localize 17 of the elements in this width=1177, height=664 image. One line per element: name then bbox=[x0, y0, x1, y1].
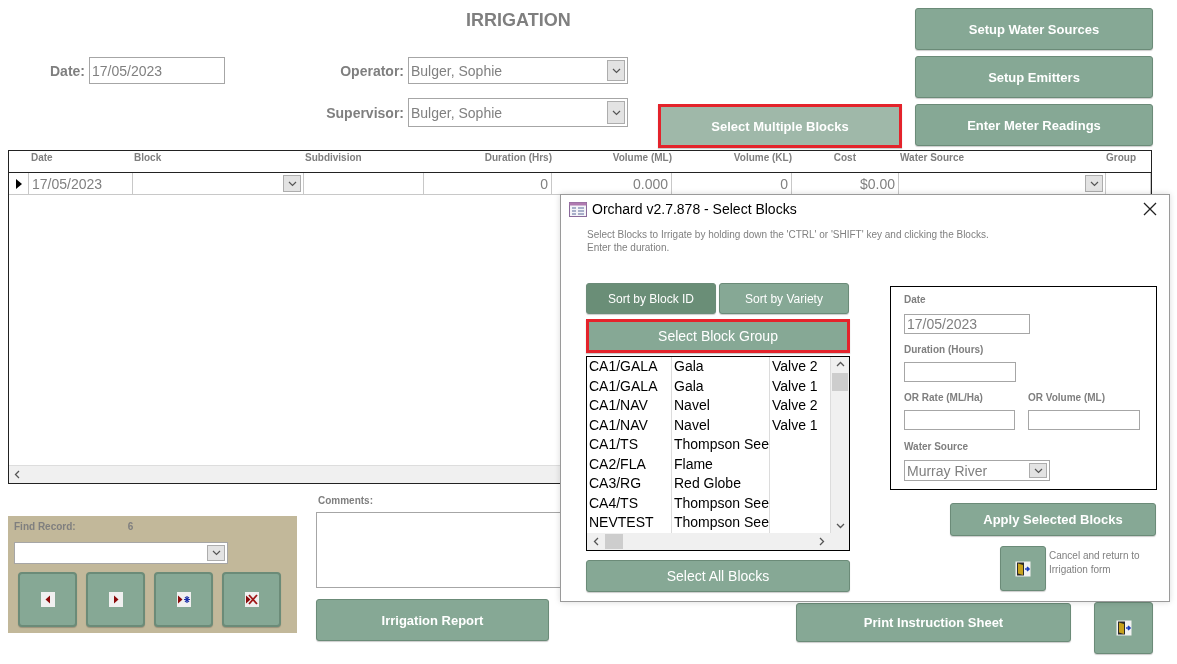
table-cell: 0 bbox=[424, 173, 552, 194]
supervisor-label: Supervisor: bbox=[326, 104, 404, 121]
rate-label: OR Rate (ML/Ha) bbox=[904, 392, 984, 404]
operator-label: Operator: bbox=[340, 62, 404, 79]
instruction-text: Select Blocks to Irrigate by holding down the 'CTRL' or 'SHIFT' key and clicking the Blocks. bbox=[587, 228, 990, 241]
date-label: Date bbox=[904, 294, 927, 306]
instruction-text: Enter the duration. bbox=[587, 241, 671, 254]
volume-label: OR Volume (ML) bbox=[1028, 392, 1107, 404]
find-record-label: Find Record: bbox=[14, 521, 76, 532]
comments-label: Comments: bbox=[318, 495, 373, 506]
date-label: Date: bbox=[50, 62, 85, 79]
water-source-label: Water Source bbox=[904, 441, 970, 453]
duration-label: Duration (Hours) bbox=[904, 344, 985, 356]
cancel-hint: Cancel and return to Irrigation form bbox=[1049, 549, 1141, 577]
record-count: 6 bbox=[127, 521, 134, 532]
dialog-title: Orchard v2.7.878 - Select Blocks bbox=[592, 201, 798, 217]
form-title: IRRIGATION bbox=[466, 10, 571, 31]
